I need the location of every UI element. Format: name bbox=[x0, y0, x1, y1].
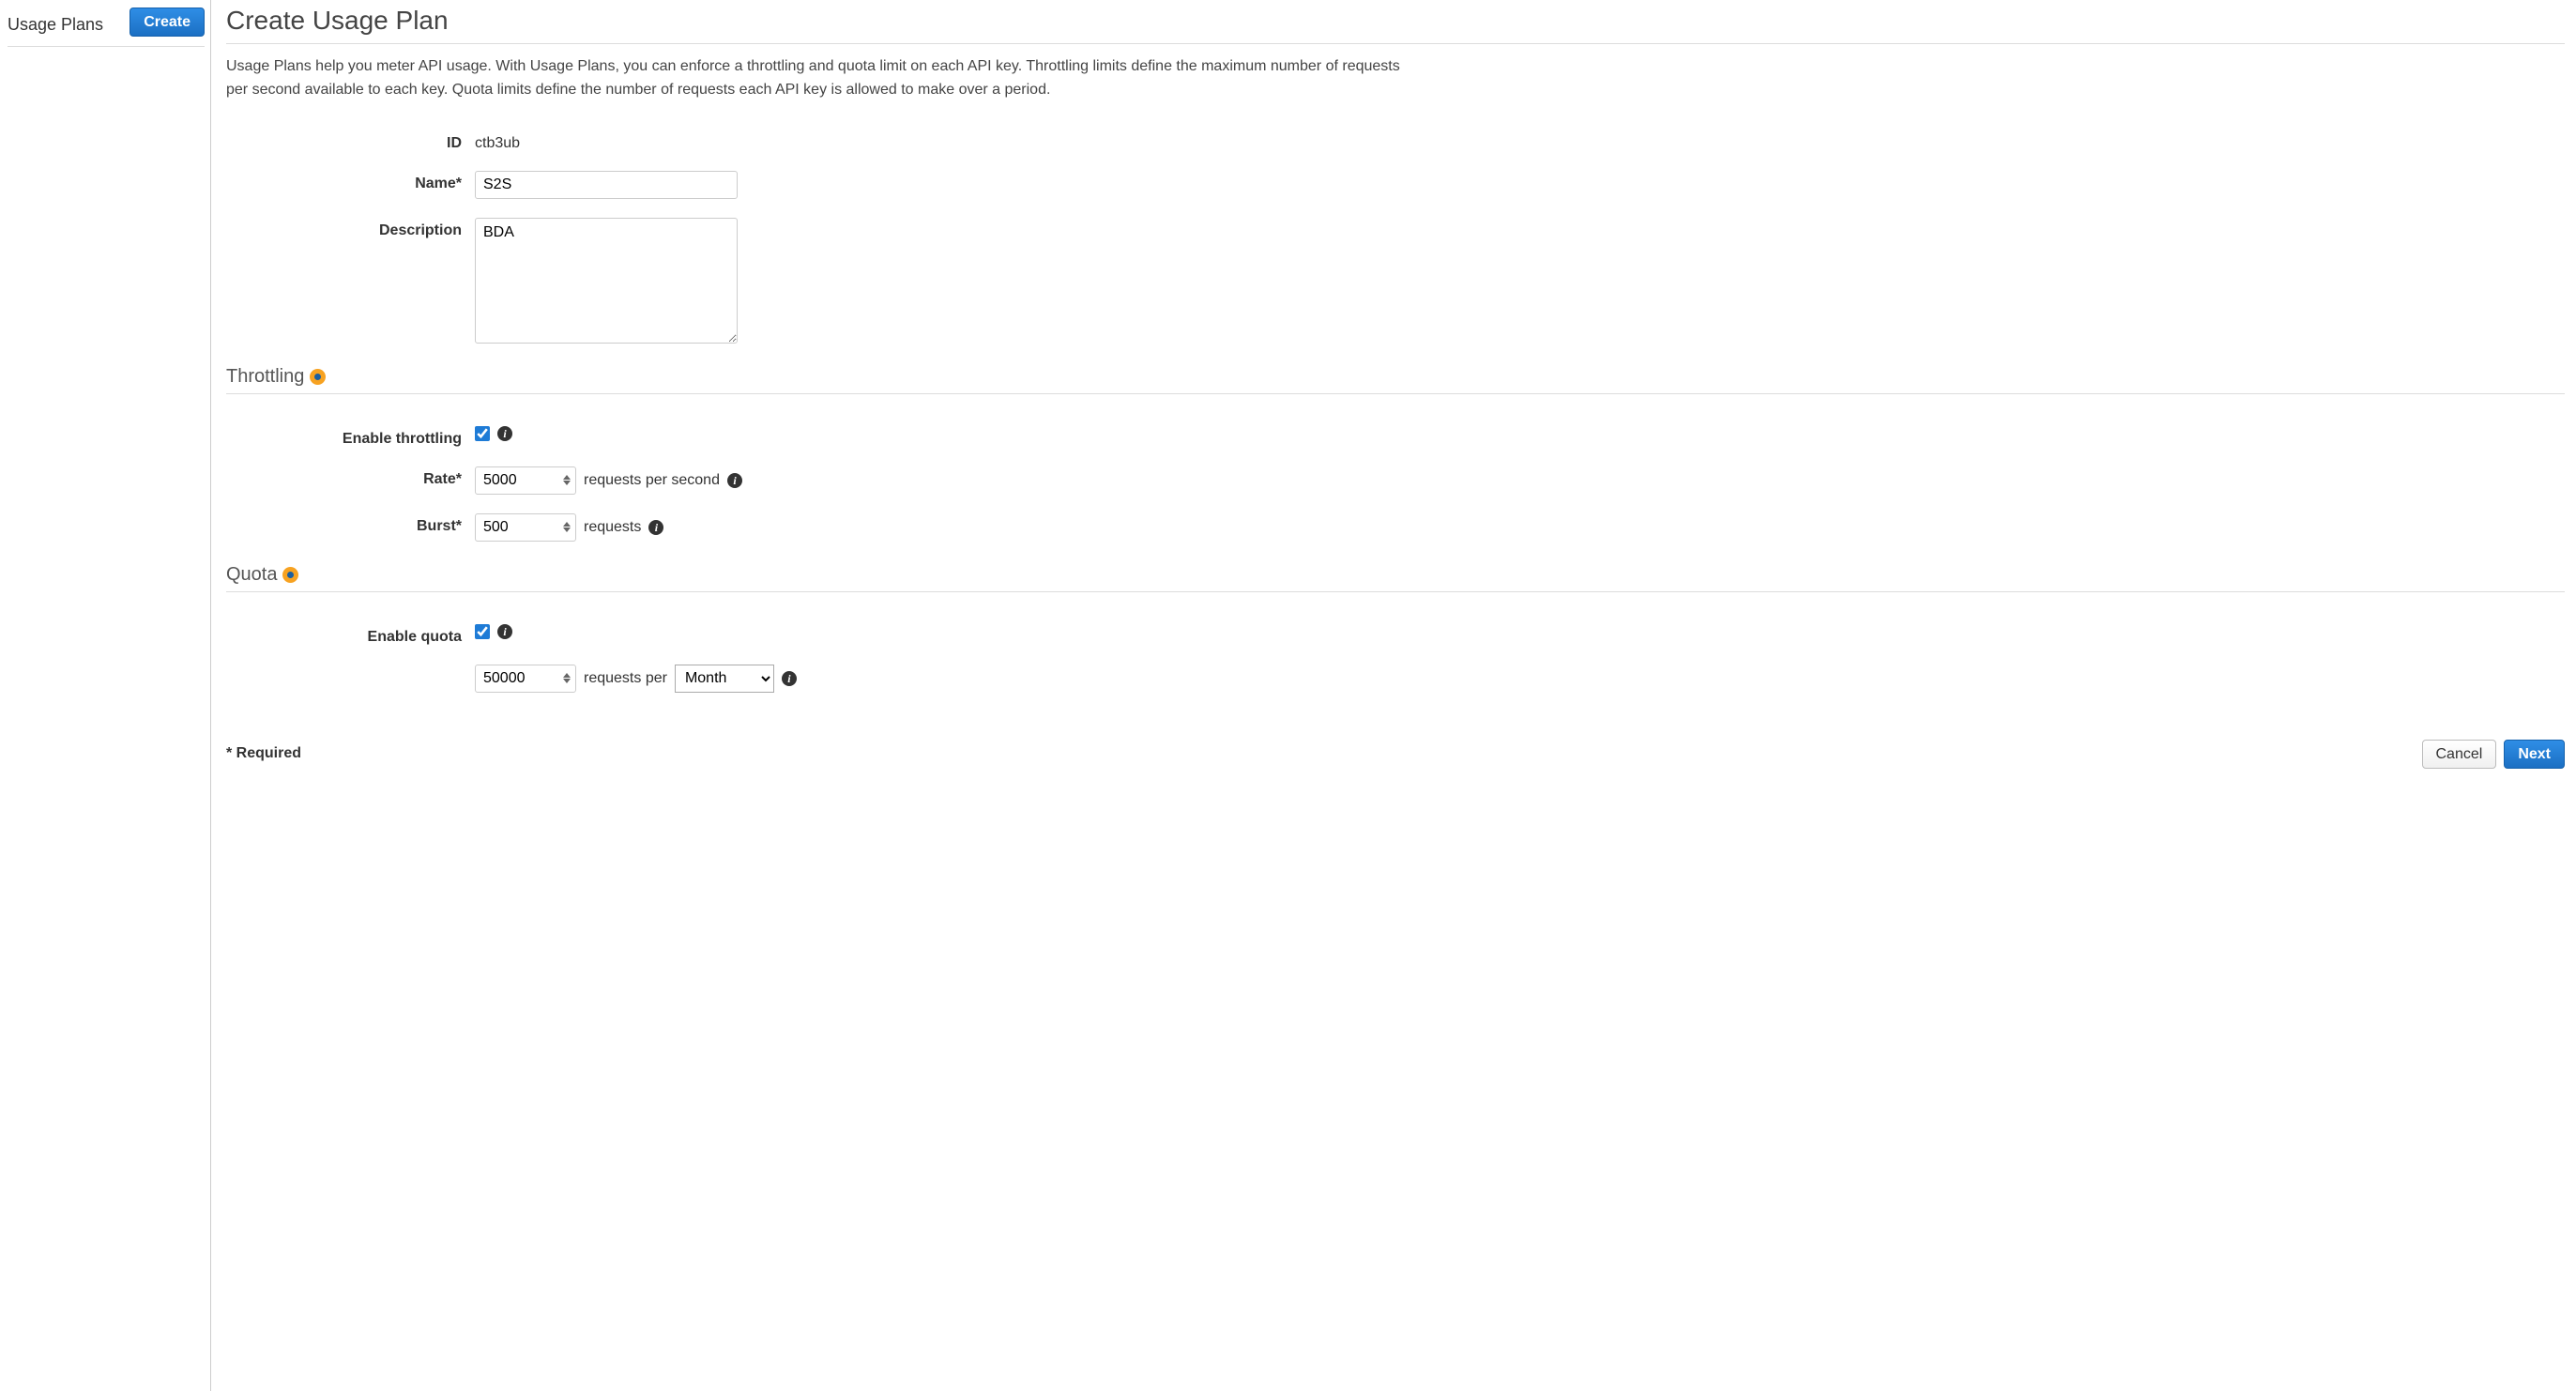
page-description: Usage Plans help you meter API usage. Wi… bbox=[226, 55, 1409, 102]
rate-label: Rate* bbox=[226, 466, 475, 488]
burst-stepper[interactable] bbox=[560, 516, 573, 539]
badge-icon bbox=[310, 369, 326, 385]
id-label: ID bbox=[226, 130, 475, 152]
create-button[interactable]: Create bbox=[130, 8, 205, 37]
id-value: ctb3ub bbox=[475, 130, 520, 152]
enable-quota-label: Enable quota bbox=[226, 624, 475, 646]
info-icon[interactable] bbox=[727, 473, 742, 488]
burst-unit: requests bbox=[584, 519, 641, 536]
rate-unit: requests per second bbox=[584, 472, 720, 489]
sidebar: Usage Plans Create bbox=[0, 0, 211, 1391]
info-icon[interactable] bbox=[497, 624, 512, 639]
next-button[interactable]: Next bbox=[2504, 740, 2565, 769]
name-input[interactable] bbox=[475, 171, 738, 199]
quota-period-select[interactable]: Month bbox=[675, 665, 774, 693]
quota-stepper[interactable] bbox=[560, 667, 573, 690]
enable-throttling-label: Enable throttling bbox=[226, 426, 475, 448]
badge-icon bbox=[282, 567, 298, 583]
rate-stepper[interactable] bbox=[560, 469, 573, 492]
page-title: Create Usage Plan bbox=[226, 6, 2565, 36]
info-icon[interactable] bbox=[648, 520, 663, 535]
main-panel: Create Usage Plan Usage Plans help you m… bbox=[211, 0, 2576, 1391]
description-label: Description bbox=[226, 218, 475, 239]
sidebar-title: Usage Plans bbox=[8, 9, 122, 35]
cancel-button[interactable]: Cancel bbox=[2422, 740, 2497, 769]
required-note: * Required bbox=[226, 745, 301, 762]
throttling-heading: Throttling bbox=[226, 366, 304, 388]
enable-throttling-checkbox[interactable] bbox=[475, 426, 490, 441]
quota-per-text: requests per bbox=[584, 670, 667, 687]
info-icon[interactable] bbox=[497, 426, 512, 441]
description-input[interactable] bbox=[475, 218, 738, 344]
enable-quota-checkbox[interactable] bbox=[475, 624, 490, 639]
burst-label: Burst* bbox=[226, 513, 475, 535]
info-icon[interactable] bbox=[782, 671, 797, 686]
quota-heading: Quota bbox=[226, 564, 277, 586]
name-label: Name* bbox=[226, 171, 475, 192]
